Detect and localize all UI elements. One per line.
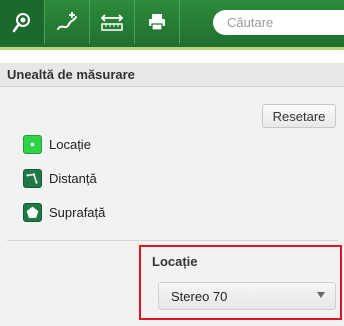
polygon-icon: [23, 202, 42, 222]
location-tool-button[interactable]: [0, 0, 45, 44]
search-box: [213, 10, 344, 35]
panel-title: Unealtă de măsurare: [0, 63, 344, 87]
tool-distance[interactable]: Distanță: [23, 168, 97, 188]
tool-location-label: Locație: [49, 136, 91, 152]
ruler-icon: [100, 14, 124, 31]
measure-tool-button[interactable]: [90, 0, 135, 44]
tool-area[interactable]: Suprafață: [23, 202, 105, 222]
projection-select[interactable]: Stereo 70: [158, 282, 336, 310]
point-icon: [23, 134, 42, 154]
print-tool-button[interactable]: [135, 0, 180, 44]
line-icon: [23, 168, 42, 188]
tool-distance-label: Distanță: [49, 170, 97, 186]
tool-location[interactable]: Locație: [23, 134, 91, 154]
toolbar: [0, 0, 344, 50]
projection-select-value: Stereo 70: [171, 288, 228, 304]
location-pin-icon: [12, 13, 30, 33]
chevron-down-icon: [317, 292, 325, 298]
search-input[interactable]: [227, 15, 344, 30]
tool-area-label: Suprafață: [49, 204, 106, 220]
route-icon: [57, 12, 77, 30]
print-icon: [149, 14, 165, 31]
reset-button[interactable]: Resetare: [262, 104, 336, 128]
settings-title: Locație: [152, 254, 198, 269]
divider: [7, 240, 338, 241]
route-tool-button[interactable]: [45, 0, 90, 44]
